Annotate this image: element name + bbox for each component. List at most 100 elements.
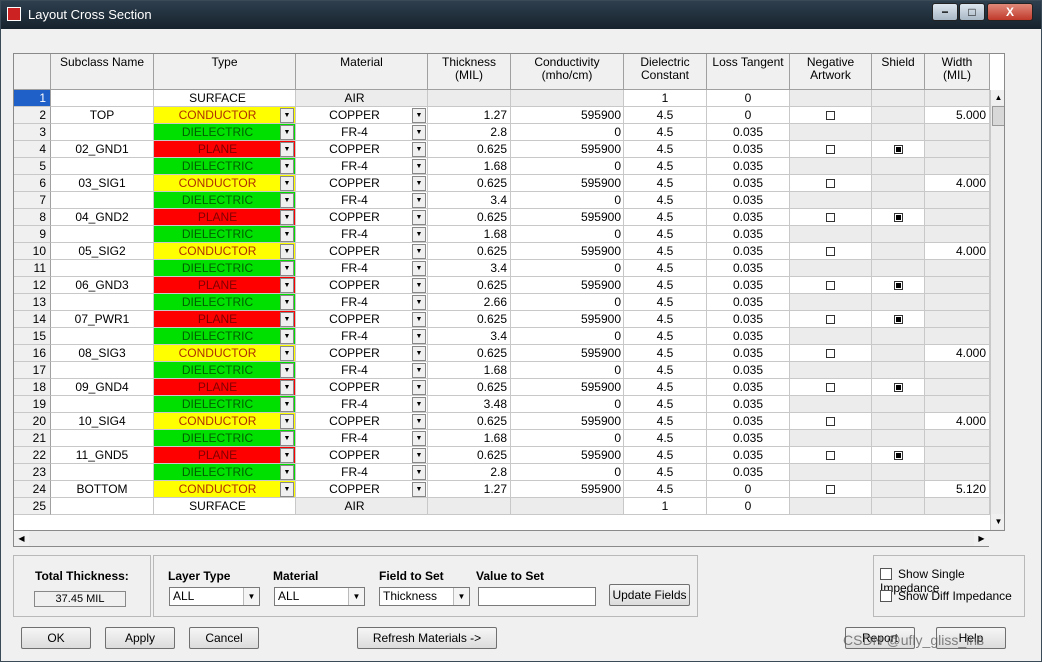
negative-artwork-cell[interactable] xyxy=(790,175,872,192)
negative-artwork-cell[interactable] xyxy=(790,430,872,447)
width-cell[interactable]: 5.120 xyxy=(925,481,990,498)
subclass-name-cell[interactable] xyxy=(51,158,154,175)
thickness-cell[interactable]: 1.27 xyxy=(428,481,511,498)
table-row[interactable]: 4 02_GND1 PLANE ▼ COPPER ▼ 0.625 595900 4.5 0.035 xyxy=(14,141,1004,158)
width-cell[interactable]: 5.000 xyxy=(925,107,990,124)
chevron-down-icon[interactable]: ▼ xyxy=(348,588,364,605)
table-row[interactable]: 9 DIELECTRIC ▼ FR-4 ▼ 1.68 0 4.5 0.035 xyxy=(14,226,1004,243)
dielectric-constant-cell[interactable]: 1 xyxy=(624,498,707,515)
material-cell[interactable]: COPPER ▼ xyxy=(296,141,428,158)
update-fields-button[interactable]: Update Fields xyxy=(609,584,690,606)
loss-tangent-cell[interactable]: 0.035 xyxy=(707,141,790,158)
conductivity-cell[interactable]: 595900 xyxy=(511,413,624,430)
thickness-cell[interactable]: 0.625 xyxy=(428,243,511,260)
thickness-cell[interactable]: 3.4 xyxy=(428,260,511,277)
chevron-down-icon[interactable]: ▼ xyxy=(280,261,294,276)
thickness-cell[interactable]: 1.68 xyxy=(428,226,511,243)
type-cell[interactable]: DIELECTRIC ▼ xyxy=(154,396,296,413)
chevron-down-icon[interactable]: ▼ xyxy=(412,227,426,242)
loss-tangent-cell[interactable]: 0.035 xyxy=(707,124,790,141)
type-cell[interactable]: CONDUCTOR ▼ xyxy=(154,243,296,260)
checkbox-icon[interactable] xyxy=(826,315,835,324)
chevron-down-icon[interactable]: ▼ xyxy=(280,159,294,174)
horizontal-scrollbar[interactable]: ◀ ▶ xyxy=(13,531,989,547)
dielectric-constant-cell[interactable]: 1 xyxy=(624,90,707,107)
subclass-name-cell[interactable] xyxy=(51,362,154,379)
row-number[interactable]: 8 xyxy=(14,209,51,226)
chevron-down-icon[interactable]: ▼ xyxy=(453,588,469,605)
negative-artwork-cell[interactable] xyxy=(790,311,872,328)
scroll-up-icon[interactable]: ▲ xyxy=(991,90,1004,105)
row-number[interactable]: 6 xyxy=(14,175,51,192)
negative-artwork-cell[interactable] xyxy=(790,379,872,396)
row-number[interactable]: 22 xyxy=(14,447,51,464)
conductivity-cell[interactable]: 0 xyxy=(511,430,624,447)
material-cell[interactable]: FR-4 ▼ xyxy=(296,430,428,447)
loss-tangent-cell[interactable]: 0.035 xyxy=(707,447,790,464)
dielectric-constant-cell[interactable]: 4.5 xyxy=(624,413,707,430)
subclass-name-cell[interactable]: 08_SIG3 xyxy=(51,345,154,362)
chevron-down-icon[interactable]: ▼ xyxy=(280,193,294,208)
negative-artwork-cell[interactable] xyxy=(790,498,872,515)
type-cell[interactable]: DIELECTRIC ▼ xyxy=(154,124,296,141)
row-number[interactable]: 15 xyxy=(14,328,51,345)
scroll-thumb[interactable] xyxy=(992,106,1004,126)
dielectric-constant-cell[interactable]: 4.5 xyxy=(624,362,707,379)
negative-artwork-cell[interactable] xyxy=(790,413,872,430)
conductivity-cell[interactable]: 0 xyxy=(511,294,624,311)
loss-tangent-cell[interactable]: 0.035 xyxy=(707,243,790,260)
negative-artwork-cell[interactable] xyxy=(790,141,872,158)
table-row[interactable]: 23 DIELECTRIC ▼ FR-4 ▼ 2.8 0 4.5 0.035 xyxy=(14,464,1004,481)
type-cell[interactable]: DIELECTRIC ▼ xyxy=(154,226,296,243)
shield-cell[interactable] xyxy=(872,345,925,362)
checkbox-icon[interactable] xyxy=(826,247,835,256)
type-cell[interactable]: DIELECTRIC ▼ xyxy=(154,260,296,277)
row-number[interactable]: 20 xyxy=(14,413,51,430)
type-cell[interactable]: DIELECTRIC ▼ xyxy=(154,158,296,175)
subclass-name-cell[interactable] xyxy=(51,328,154,345)
type-cell[interactable]: PLANE ▼ xyxy=(154,447,296,464)
width-cell[interactable] xyxy=(925,311,990,328)
table-row[interactable]: 16 08_SIG3 CONDUCTOR ▼ COPPER ▼ 0.625 595900 4.5… xyxy=(14,345,1004,362)
shield-cell[interactable] xyxy=(872,294,925,311)
type-cell[interactable]: SURFACE xyxy=(154,90,296,107)
shield-cell[interactable] xyxy=(872,447,925,464)
conductivity-cell[interactable] xyxy=(511,498,624,515)
checkbox-icon[interactable] xyxy=(893,383,903,392)
chevron-down-icon[interactable]: ▼ xyxy=(280,210,294,225)
chevron-down-icon[interactable]: ▼ xyxy=(412,380,426,395)
subclass-name-cell[interactable]: 07_PWR1 xyxy=(51,311,154,328)
chevron-down-icon[interactable]: ▼ xyxy=(412,482,426,497)
chevron-down-icon[interactable]: ▼ xyxy=(412,414,426,429)
chevron-down-icon[interactable]: ▼ xyxy=(412,176,426,191)
shield-cell[interactable] xyxy=(872,413,925,430)
thickness-cell[interactable]: 0.625 xyxy=(428,447,511,464)
dielectric-constant-cell[interactable]: 4.5 xyxy=(624,379,707,396)
loss-tangent-cell[interactable]: 0.035 xyxy=(707,396,790,413)
width-cell[interactable] xyxy=(925,447,990,464)
subclass-name-cell[interactable]: 02_GND1 xyxy=(51,141,154,158)
dielectric-constant-cell[interactable]: 4.5 xyxy=(624,481,707,498)
dielectric-constant-cell[interactable]: 4.5 xyxy=(624,192,707,209)
negative-artwork-cell[interactable] xyxy=(790,464,872,481)
material-cell[interactable]: FR-4 ▼ xyxy=(296,464,428,481)
width-cell[interactable] xyxy=(925,379,990,396)
type-cell[interactable]: SURFACE xyxy=(154,498,296,515)
chevron-down-icon[interactable]: ▼ xyxy=(243,588,259,605)
chevron-down-icon[interactable]: ▼ xyxy=(412,448,426,463)
type-cell[interactable]: PLANE ▼ xyxy=(154,141,296,158)
table-row[interactable]: 10 05_SIG2 CONDUCTOR ▼ COPPER ▼ 0.625 595900 4.5… xyxy=(14,243,1004,260)
chevron-down-icon[interactable]: ▼ xyxy=(280,312,294,327)
chevron-down-icon[interactable]: ▼ xyxy=(412,244,426,259)
chevron-down-icon[interactable]: ▼ xyxy=(280,244,294,259)
table-row[interactable]: 21 DIELECTRIC ▼ FR-4 ▼ 1.68 0 4.5 0.035 xyxy=(14,430,1004,447)
column-header-negative-artwork[interactable]: Negative Artwork xyxy=(790,54,872,90)
row-number[interactable]: 11 xyxy=(14,260,51,277)
thickness-cell[interactable]: 1.27 xyxy=(428,107,511,124)
type-cell[interactable]: PLANE ▼ xyxy=(154,379,296,396)
type-cell[interactable]: DIELECTRIC ▼ xyxy=(154,464,296,481)
loss-tangent-cell[interactable]: 0 xyxy=(707,90,790,107)
shield-cell[interactable] xyxy=(872,209,925,226)
row-number[interactable]: 21 xyxy=(14,430,51,447)
material-cell[interactable]: AIR xyxy=(296,498,428,515)
